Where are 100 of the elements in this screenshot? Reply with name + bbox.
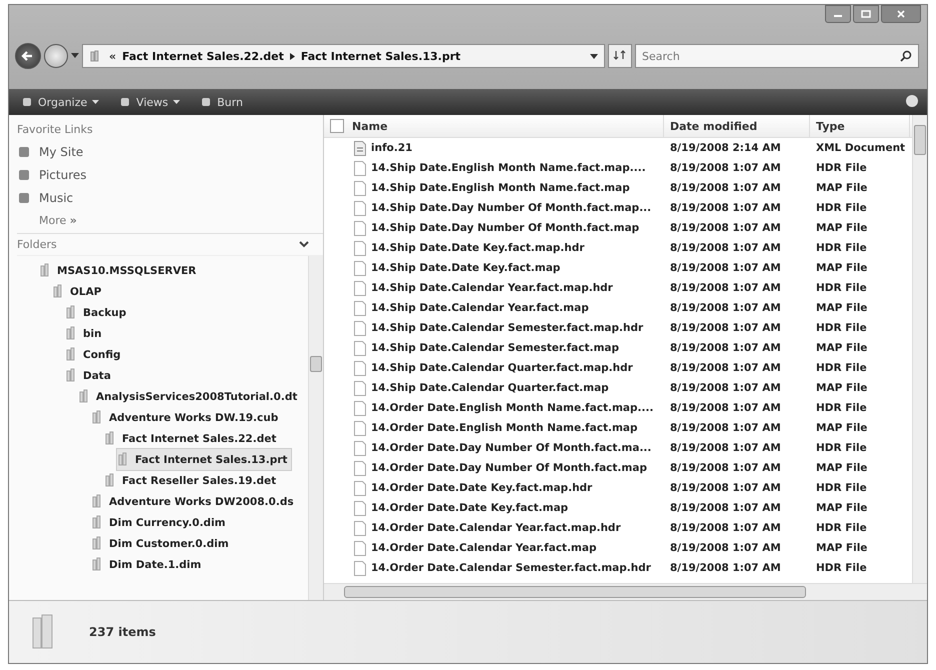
type-cell-text: MAP File: [815, 342, 868, 354]
section-heading: Favorite Links: [17, 123, 94, 136]
folder-tree-item[interactable]: Fact Internet Sales.13.prt: [117, 449, 292, 470]
folder-tree-item[interactable]: bin: [65, 323, 106, 344]
file-name[interactable]: 14.Ship Date.Calendar Quarter.fact.map: [371, 382, 609, 394]
file-name[interactable]: 14.Ship Date.Calendar Year.fact.map.hdr: [371, 282, 613, 294]
file-name[interactable]: 14.Ship Date.Day Number Of Month.fact.map: [371, 222, 640, 234]
file-name[interactable]: 14.Order Date.Date Key.fact.map: [371, 502, 568, 514]
file-name[interactable]: 14.Order Date.English Month Name.fact.map....: [371, 402, 654, 414]
date-cell-text: 8/19/2008 1:07 AM: [669, 242, 782, 254]
back-button[interactable]: [15, 43, 41, 69]
refresh-button[interactable]: [608, 44, 632, 68]
folder-tree-item[interactable]: Fact Internet Sales.22.det: [104, 428, 280, 449]
type-cell-text: MAP File: [815, 462, 868, 474]
type-cell-text: HDR File: [815, 202, 868, 214]
folder-tree-item[interactable]: Adventure Works DW2008.0.ds: [91, 491, 298, 512]
folder-tree-item[interactable]: AnalysisServices2008Tutorial.0.dt: [78, 386, 302, 407]
file-icon: [354, 560, 366, 576]
file-icon: [354, 380, 366, 396]
date-cell-text: 8/19/2008 1:07 AM: [669, 222, 782, 234]
file-name[interactable]: 14.Ship Date.Day Number Of Month.fact.map...: [371, 202, 652, 214]
scrollbar[interactable]: [308, 256, 323, 600]
file-name[interactable]: 14.Order Date.English Month Name.fact.map: [371, 422, 638, 434]
breadcrumb-arrow-icon[interactable]: [290, 52, 295, 60]
date-cell-text: 8/19/2008 1:07 AM: [669, 542, 782, 554]
type-cell-text: MAP File: [815, 382, 868, 394]
folder-tree-item[interactable]: Dim Currency.0.dim: [91, 512, 230, 533]
folder-tree-item[interactable]: Data: [65, 365, 115, 386]
caret-icon: [92, 100, 100, 104]
favorite-link[interactable]: My Site: [17, 145, 323, 159]
toolbar-icon: [119, 96, 132, 108]
file-name[interactable]: 14.Ship Date.Date Key.fact.map.hdr: [371, 242, 584, 254]
toolbar-icon: [21, 96, 33, 108]
type-cell-text: XML Document: [815, 142, 906, 154]
file-name[interactable]: 14.Order Date.Calendar Year.fact.map: [371, 542, 596, 554]
date-cell-text: 8/19/2008 1:07 AM: [669, 502, 782, 514]
dropdown-caret-icon[interactable]: [590, 54, 598, 58]
file-name[interactable]: 14.Ship Date.Calendar Quarter.fact.map.hdr: [371, 362, 633, 374]
file-name[interactable]: info.21: [371, 142, 412, 154]
date-cell-text: 8/19/2008 1:07 AM: [669, 362, 782, 374]
file-name[interactable]: 14.Ship Date.Calendar Semester.fact.map.hdr: [371, 322, 644, 334]
folder-tree-item[interactable]: OLAP: [52, 281, 106, 302]
type-cell-text: HDR File: [815, 402, 868, 414]
type-cell-text: HDR File: [815, 162, 868, 174]
date-cell-text: 8/19/2008 1:07 AM: [669, 402, 782, 414]
file-name[interactable]: 14.Order Date.Day Number Of Month.fact.map: [371, 462, 647, 474]
folder-tree-item[interactable]: Backup: [65, 302, 130, 323]
date-cell-text: 8/19/2008 1:07 AM: [669, 282, 782, 294]
chevron-down-icon[interactable]: [299, 241, 309, 248]
forward-button[interactable]: [44, 44, 68, 68]
column-header[interactable]: Type: [810, 115, 910, 137]
column-header[interactable]: Name: [324, 115, 664, 137]
date-cell-text: 8/19/2008 1:07 AM: [669, 202, 782, 214]
search-field[interactable]: Search: [635, 44, 919, 68]
scrollbar[interactable]: [912, 115, 927, 583]
file-name[interactable]: 14.Ship Date.Calendar Year.fact.map: [371, 302, 589, 314]
toolbar-button[interactable]: Burn: [196, 94, 247, 110]
file-name[interactable]: 14.Ship Date.English Month Name.fact.map....: [371, 162, 646, 174]
file-icon: [354, 500, 366, 516]
date-cell-text: 8/19/2008 1:07 AM: [669, 322, 782, 334]
date-cell-text: 8/19/2008 1:07 AM: [669, 522, 782, 534]
type-cell-text: MAP File: [815, 502, 868, 514]
file-name[interactable]: 14.Order Date.Calendar Semester.fact.map.hdr: [371, 562, 651, 574]
folder-tree-item[interactable]: Dim Customer.0.dim: [91, 533, 233, 554]
more-link[interactable]: More »: [39, 214, 323, 227]
file-name[interactable]: 14.Order Date.Date Key.fact.map.hdr: [371, 482, 592, 494]
file-icon: [354, 300, 366, 316]
minimize-button[interactable]: [825, 5, 851, 23]
type-cell-text: MAP File: [815, 542, 868, 554]
refresh-arrows-icon: [613, 48, 627, 60]
dropdown-caret-icon[interactable]: [71, 53, 79, 59]
folder-tree-item[interactable]: Fact Reseller Sales.19.det: [104, 470, 280, 491]
overflow-chevron[interactable]: «: [109, 50, 116, 62]
folder-tree-item[interactable]: Adventure Works DW.19.cub: [91, 407, 282, 428]
breadcrumb[interactable]: Fact Internet Sales.13.prt: [300, 50, 461, 62]
address-bar[interactable]: « Fact Internet Sales.22.det Fact Internet Sales.13.prt: [82, 44, 605, 68]
breadcrumb[interactable]: Fact Internet Sales.22.det: [122, 50, 284, 62]
file-icon: [354, 280, 366, 296]
document-icon: [354, 140, 366, 156]
favorite-link[interactable]: Pictures: [17, 168, 323, 182]
favorite-link[interactable]: Music: [17, 191, 323, 205]
type-cell-text: MAP File: [815, 422, 868, 434]
maximize-button[interactable]: [853, 5, 879, 23]
file-name[interactable]: 14.Ship Date.English Month Name.fact.map: [371, 182, 630, 194]
close-button[interactable]: [881, 5, 921, 23]
toolbar-button[interactable]: Views: [115, 94, 184, 110]
type-cell-text: HDR File: [815, 322, 868, 334]
file-name[interactable]: 14.Ship Date.Calendar Semester.fact.map: [371, 342, 619, 354]
folder-tree-item[interactable]: MSAS10.MSSQLSERVER: [39, 260, 200, 281]
toolbar-button[interactable]: Organize: [17, 94, 104, 110]
file-name[interactable]: 14.Ship Date.Date Key.fact.map: [371, 262, 560, 274]
file-name[interactable]: 14.Order Date.Calendar Year.fact.map.hdr: [371, 522, 621, 534]
column-header[interactable]: Date modified: [664, 115, 810, 137]
horizontal-scrollbar[interactable]: [324, 583, 927, 600]
file-name[interactable]: 14.Order Date.Day Number Of Month.fact.ma...: [371, 442, 652, 454]
date-cell-text: 8/19/2008 1:07 AM: [669, 302, 782, 314]
folder-tree-item[interactable]: Config: [65, 344, 125, 365]
folder-tree-item[interactable]: Dim Date.1.dim: [91, 554, 206, 575]
link-icon: [17, 191, 31, 205]
file-icon: [354, 260, 366, 276]
